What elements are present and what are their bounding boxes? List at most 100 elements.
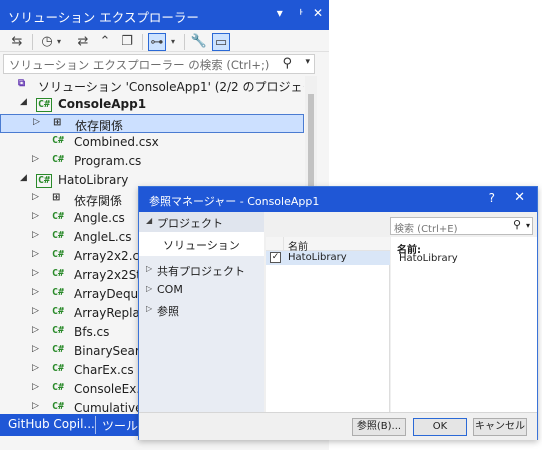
reference-category-nav: ◢ プロジェクト ソリューション ▷ 共有プロジェクト ▷ COM ▷ 参照 [139, 212, 264, 412]
solution-icon: ⧉ [18, 78, 26, 89]
nav-item-com[interactable]: ▷ COM [139, 280, 264, 300]
csharp-file-icon: C# [52, 306, 65, 317]
expand-arrow-icon[interactable]: ▷ [32, 325, 42, 335]
tree-item-dependencies[interactable]: ▷ ⊞ 依存関係 [0, 114, 304, 133]
search-options-dropdown-icon[interactable]: ▾ [305, 57, 310, 67]
collapse-arrow-icon[interactable]: ◢ [20, 173, 30, 183]
ok-button[interactable]: OK [413, 418, 467, 436]
list-item-name: HatoLibrary [288, 252, 347, 263]
preview-selected-items-icon[interactable]: ▭ [212, 33, 230, 51]
dependencies-icon: ⊞ [52, 192, 61, 203]
view-class-diagram-icon[interactable]: ⊶ [148, 33, 166, 51]
expand-arrow-icon[interactable]: ▷ [32, 382, 42, 392]
csharp-file-icon: C# [52, 401, 65, 412]
pin-icon[interactable]: ᅡ [293, 6, 303, 22]
csharp-file-icon: C# [52, 230, 65, 241]
expand-arrow-icon[interactable]: ▷ [146, 304, 152, 313]
csharp-file-icon: C# [52, 363, 65, 374]
solution-explorer-title-bar: ソリューション エクスプローラー ▾ ᅡ ✕ [0, 0, 329, 30]
nav-item-label: 共有プロジェクト [157, 265, 245, 278]
expand-arrow-icon[interactable]: ▷ [146, 284, 152, 293]
filter-dropdown-icon[interactable]: ▾ [54, 33, 64, 51]
expand-arrow-icon[interactable]: ▷ [32, 401, 42, 411]
csharp-file-icon: C# [52, 211, 65, 222]
csharp-project-icon: C# [36, 98, 53, 112]
expand-arrow-icon[interactable]: ▷ [32, 230, 42, 240]
browse-button[interactable]: 参照(B)... [352, 418, 406, 436]
reference-detail-pane: 名前: HatoLibrary [391, 237, 537, 412]
tree-item-solution[interactable]: ⧉ ソリューション 'ConsoleApp1' (2/2 のプロジェクト) [0, 76, 304, 95]
nav-item-label: プロジェクト [157, 217, 223, 230]
expand-arrow-icon[interactable]: ▷ [33, 117, 43, 127]
properties-wrench-icon[interactable]: 🔧 [190, 33, 208, 51]
reference-checkbox[interactable]: ✓ [270, 252, 281, 263]
switch-views-icon[interactable]: ⇆ [8, 33, 26, 51]
collapse-arrow-icon[interactable]: ◢ [146, 216, 152, 225]
tree-item-label: HatoLibrary [58, 173, 129, 187]
tree-item-label: 依存関係 [75, 119, 124, 133]
tree-item-project-consoleapp1[interactable]: ◢ C# ConsoleApp1 [0, 95, 304, 114]
nav-item-browse[interactable]: ▷ 参照 [139, 300, 264, 320]
expand-arrow-icon[interactable]: ▷ [32, 154, 42, 164]
search-icon[interactable]: ⚲ [513, 218, 521, 231]
csharp-file-icon: C# [52, 249, 65, 260]
dialog-footer: 参照(B)... OK キャンセル [139, 412, 537, 440]
show-all-files-icon[interactable]: ❐ [118, 33, 136, 51]
nav-item-solution[interactable]: ソリューション [139, 232, 264, 256]
csharp-file-icon: C# [52, 154, 65, 165]
expand-arrow-icon[interactable]: ▷ [32, 268, 42, 278]
tree-item-label: ArrayDeque [74, 287, 146, 301]
sync-with-document-icon[interactable]: ⇄ [74, 33, 92, 51]
nav-item-shared-projects[interactable]: ▷ 共有プロジェクト [139, 260, 264, 280]
help-icon[interactable]: ? [489, 191, 495, 205]
expand-arrow-icon[interactable]: ▷ [32, 344, 42, 354]
tree-item-file[interactable]: C# Combined.csx [0, 133, 304, 152]
dialog-search-input[interactable]: 検索 (Ctrl+E) ⚲ ▾ [390, 217, 533, 235]
detail-name-value: HatoLibrary [399, 253, 458, 264]
expand-arrow-icon[interactable]: ▷ [32, 287, 42, 297]
close-icon[interactable]: ✕ [514, 190, 525, 205]
tab-divider [95, 416, 96, 434]
tree-item-label: Array2x2.cs [74, 249, 146, 263]
collapse-all-icon[interactable]: ⌃ [96, 33, 114, 51]
expand-arrow-icon[interactable]: ▷ [32, 249, 42, 259]
csharp-file-icon: C# [52, 268, 65, 279]
expand-arrow-icon[interactable]: ▷ [32, 363, 42, 373]
expand-arrow-icon[interactable]: ▷ [32, 306, 42, 316]
reference-list: 名前 ✓ HatoLibrary [266, 237, 390, 412]
tree-item-label: CharEx.cs [74, 363, 134, 377]
nav-item-label: COM [157, 283, 183, 296]
reference-manager-dialog: 参照マネージャー - ConsoleApp1 ? ✕ ◢ プロジェクト ソリュー… [138, 186, 538, 440]
expand-arrow-icon[interactable]: ▷ [32, 211, 42, 221]
cancel-button[interactable]: キャンセル [473, 418, 527, 436]
list-item[interactable]: ✓ HatoLibrary [266, 251, 390, 265]
toolbar-separator [184, 34, 185, 50]
tree-item-label: ArrayReplac [74, 306, 147, 320]
tree-item-label: Bfs.cs [74, 325, 110, 339]
solution-explorer-search-input[interactable]: ソリューション エクスプローラー の検索 (Ctrl+;) ⚲ ▾ [3, 54, 315, 74]
tree-item-label: Angle.cs [74, 211, 125, 225]
search-icon[interactable]: ⚲ [282, 56, 292, 71]
nav-item-label: ソリューション [163, 239, 240, 252]
toolbar-separator [32, 34, 33, 50]
tree-item-label: ソリューション 'ConsoleApp1' (2/2 のプロジェクト) [38, 80, 304, 94]
tree-item-label: Combined.csx [74, 135, 159, 149]
tree-item-file[interactable]: ▷ C# Program.cs [0, 152, 304, 171]
csharp-file-icon: C# [52, 382, 65, 393]
tab-github-copilot[interactable]: GitHub Copil... [8, 417, 95, 431]
close-icon[interactable]: ✕ [313, 6, 323, 22]
collapse-arrow-icon[interactable]: ◢ [20, 97, 30, 107]
window-position-dropdown-icon[interactable]: ▾ [277, 6, 283, 22]
dependencies-icon: ⊞ [53, 117, 62, 128]
csharp-file-icon: C# [52, 344, 65, 355]
nav-item-projects[interactable]: ◢ プロジェクト [139, 212, 264, 232]
checkbox-column-header [266, 237, 284, 251]
toolbar-separator [142, 34, 143, 50]
search-placeholder: ソリューション エクスプローラー の検索 (Ctrl+;) [9, 58, 270, 72]
expand-arrow-icon[interactable]: ▷ [146, 264, 152, 273]
expand-arrow-icon[interactable]: ▷ [32, 192, 42, 202]
tree-item-label: ConsoleEx.c [74, 382, 147, 396]
search-options-dropdown-icon[interactable]: ▾ [526, 221, 530, 230]
view-dropdown-icon[interactable]: ▾ [168, 33, 178, 51]
list-header: 名前 [266, 237, 390, 253]
